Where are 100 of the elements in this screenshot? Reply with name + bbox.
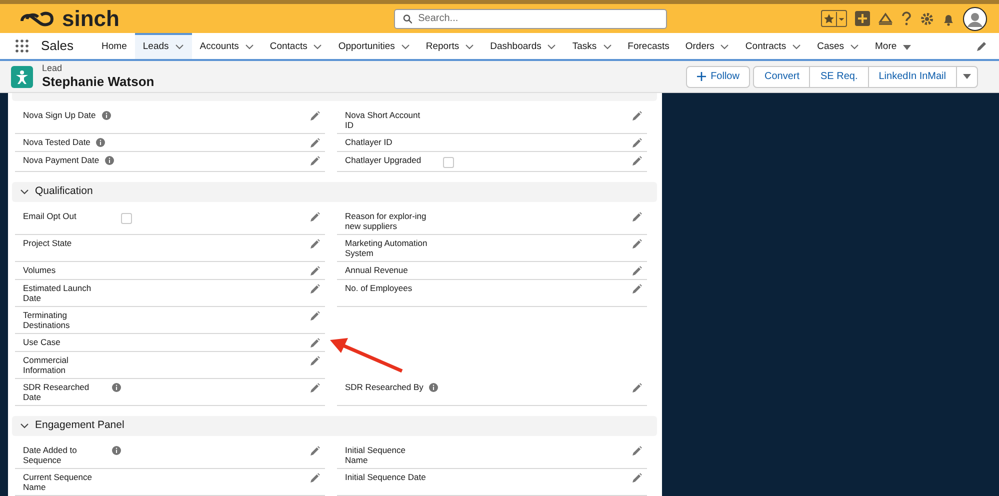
section-header[interactable]: Engagement Panel [12, 416, 657, 436]
field-label: Initial Sequence Date [345, 472, 426, 482]
edit-icon[interactable] [632, 266, 642, 276]
search-input: Search... [418, 11, 658, 26]
caret-down-icon[interactable] [902, 44, 911, 50]
nav-tab[interactable]: More [867, 33, 919, 59]
edit-icon[interactable] [632, 284, 642, 294]
edit-icon[interactable] [632, 111, 642, 122]
nav-tab[interactable]: Orders [677, 33, 738, 59]
plus-icon [696, 72, 706, 81]
edit-icon[interactable] [310, 311, 320, 322]
info-icon[interactable] [96, 138, 106, 148]
info-icon[interactable] [105, 156, 114, 166]
edit-icon[interactable] [310, 473, 320, 483]
follow-button[interactable]: Follow [686, 66, 750, 88]
info-icon[interactable] [112, 446, 121, 455]
edit-icon[interactable] [310, 266, 320, 276]
chevron-down-icon[interactable] [400, 44, 410, 50]
nav-tab[interactable]: Reports [418, 33, 482, 59]
chevron-down-icon [20, 189, 29, 196]
field-label: Reason for explor-ing new suppliers [345, 211, 428, 232]
field-label: Current Sequence Name [23, 472, 93, 492]
chevron-down-icon[interactable] [313, 44, 322, 50]
record-type: Lead [42, 62, 64, 74]
edit-icon[interactable] [976, 40, 987, 52]
edit-icon[interactable] [632, 156, 642, 166]
edit-icon[interactable] [310, 156, 320, 166]
section-header[interactable]: Qualification [12, 182, 657, 202]
checkbox[interactable] [443, 157, 454, 168]
nav-tab[interactable]: Leads [134, 33, 192, 59]
nav-tab[interactable]: Opportunities [330, 33, 418, 59]
help-icon[interactable] [901, 11, 912, 26]
settings-icon[interactable] [920, 12, 934, 26]
chevron-down-icon[interactable] [244, 44, 254, 50]
field-label: Use Case [23, 337, 60, 348]
more-actions-button[interactable] [956, 66, 978, 88]
field-label: Estimated Launch Date [23, 283, 92, 304]
brand-name: sinch [62, 8, 120, 30]
search-icon [402, 14, 412, 24]
caret-down-icon [963, 74, 971, 79]
field-label: SDR Researched Date [23, 382, 90, 402]
nav-tab[interactable]: Accounts [192, 33, 262, 59]
field-label: Terminating Destinations [23, 310, 71, 330]
edit-icon[interactable] [310, 383, 320, 394]
action-button[interactable]: SE Req. [809, 66, 869, 88]
action-button[interactable]: LinkedIn InMail [868, 66, 957, 88]
app-launcher-icon[interactable] [15, 39, 29, 53]
edit-icon[interactable] [310, 111, 320, 122]
chevron-down-icon[interactable] [792, 44, 802, 50]
nav-tab[interactable]: Cases [809, 33, 868, 59]
info-icon[interactable] [112, 383, 121, 392]
edit-icon[interactable] [310, 284, 320, 294]
nav-tab[interactable]: Contracts [737, 33, 810, 59]
chevron-down-icon [20, 423, 29, 430]
chevron-down-icon[interactable] [547, 44, 556, 50]
add-icon[interactable] [855, 11, 870, 26]
edit-icon[interactable] [632, 239, 642, 250]
edit-icon[interactable] [310, 446, 320, 456]
edit-icon[interactable] [310, 239, 320, 250]
chevron-down-icon[interactable] [174, 44, 184, 50]
search-field[interactable]: Search... [394, 8, 667, 28]
favorites-button[interactable] [821, 10, 847, 27]
edit-icon[interactable] [632, 138, 642, 148]
chevron-down-icon[interactable] [465, 44, 474, 50]
avatar-icon[interactable] [963, 6, 987, 30]
field-label: Chatlayer ID [345, 137, 392, 148]
nav-tab[interactable]: Contacts [262, 33, 330, 59]
action-button[interactable]: Convert [753, 66, 810, 88]
field-label: Date Added to Sequence [23, 445, 78, 465]
edit-icon[interactable] [310, 356, 320, 366]
edit-icon[interactable] [632, 212, 642, 222]
field-label: Email Opt Out [23, 211, 76, 222]
field-label: Marketing Automation System [345, 238, 428, 258]
edit-icon[interactable] [632, 383, 642, 394]
edit-icon[interactable] [632, 446, 642, 456]
field-label: Project State [23, 238, 72, 248]
edit-icon[interactable] [310, 212, 320, 222]
field-label: No. of Employees [345, 283, 412, 294]
chevron-down-icon[interactable] [850, 44, 860, 50]
field-label: Nova Payment Date [23, 155, 100, 166]
chevron-down-icon[interactable] [720, 44, 730, 50]
star-icon [822, 12, 836, 26]
info-icon[interactable] [102, 111, 111, 120]
caret-down-icon [836, 12, 846, 26]
nav-tab[interactable]: Home [94, 33, 135, 59]
info-icon[interactable] [429, 383, 438, 392]
edit-icon[interactable] [310, 138, 320, 148]
nav-tab[interactable]: Forecasts [620, 33, 678, 59]
field-label: SDR Researched By [345, 382, 424, 392]
field-label: Commercial Information [23, 355, 70, 376]
edit-icon[interactable] [632, 473, 642, 483]
field-label: Annual Revenue [345, 265, 408, 276]
lead-person-icon [11, 66, 33, 88]
chevron-down-icon[interactable] [602, 44, 612, 50]
app-name: Sales [41, 37, 74, 56]
edit-icon[interactable] [310, 338, 320, 348]
nav-tab[interactable]: Dashboards [482, 33, 564, 59]
nav-tab[interactable]: Tasks [564, 33, 620, 59]
checkbox[interactable] [121, 213, 132, 224]
field-label: Nova Short Account ID [345, 110, 422, 130]
